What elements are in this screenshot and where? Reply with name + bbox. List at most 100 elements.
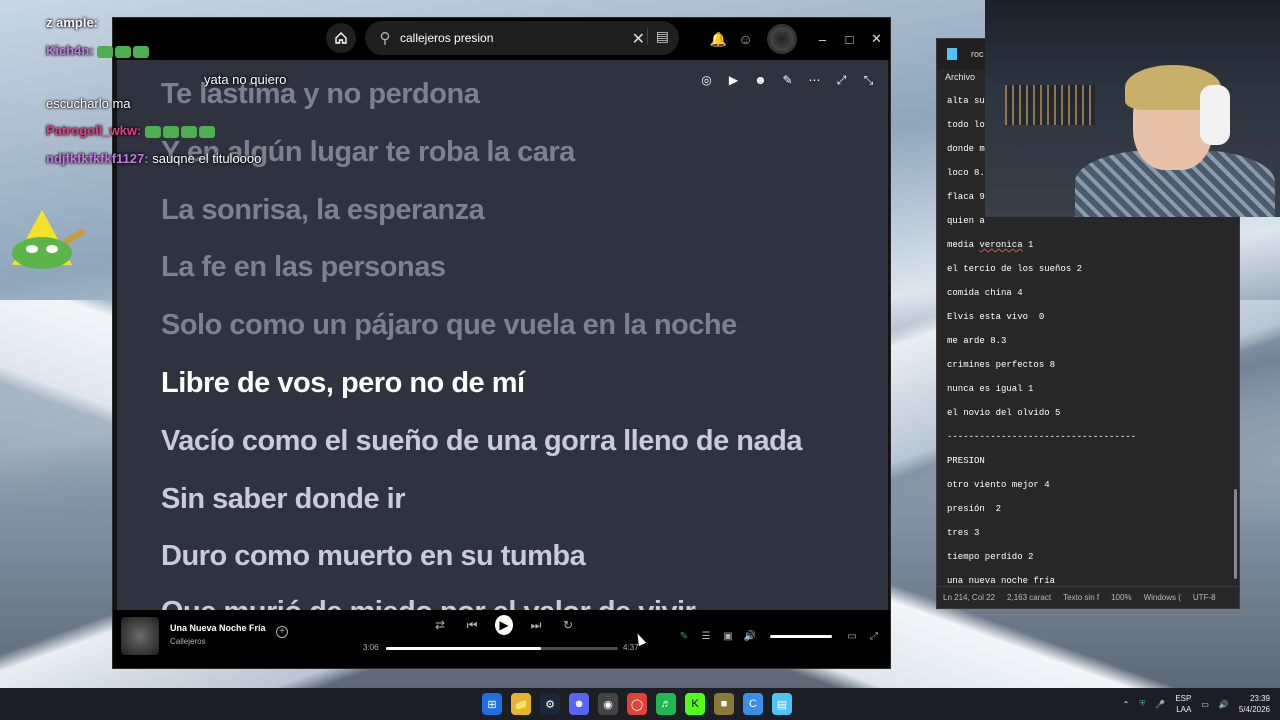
lyric-line[interactable]: Vacío como el sueño de una gorra lleno d… [161,425,802,458]
obs-icon[interactable]: ◉ [598,693,618,715]
add-to-library-button[interactable]: + [276,626,288,638]
clear-search-icon[interactable]: ✕ [632,29,645,49]
emote-icon [115,45,132,58]
notepad-line: el tercio de los sueños 2 [947,264,1083,274]
lyric-line[interactable]: Duro como muerto en su tumba [161,540,586,573]
zoom-level: 100% [1111,593,1132,602]
home-button[interactable] [326,23,356,53]
user-icon[interactable]: ☻ [751,70,770,90]
city-lights [1005,85,1095,125]
discord-icon[interactable]: ☻ [569,693,589,715]
notepad-line: crimines perfectos 8 [947,360,1056,370]
clock[interactable]: 23:39 5/4/2026 [1239,693,1270,715]
browse-icon[interactable]: ▤ [646,28,669,45]
notepad-line: tiempo perdido 2 [947,552,1034,562]
chrome-icon[interactable]: ◯ [627,693,647,715]
album-cover[interactable] [121,617,159,655]
lyrics-icon[interactable]: ✎ [676,628,692,644]
mic-icon[interactable]: 🎤 [1155,700,1165,709]
bell-icon[interactable]: 🔔 [705,18,732,60]
video-icon[interactable]: ▶ [724,70,743,90]
lyric-line[interactable]: La sonrisa, la esperanza [161,194,485,227]
chat-message: Kich4n: [46,43,151,58]
emote-icon [162,125,179,138]
chat-message: z ample: [46,15,99,30]
notepad-line: media veronica 1 [947,240,1034,250]
next-icon[interactable]: ⏭ [527,615,545,635]
kick-icon[interactable]: K [685,693,705,715]
security-icon[interactable]: ⛨ [1139,699,1145,709]
notepad-line: nunca es igual 1 [947,384,1034,394]
close-button[interactable]: ✕ [863,18,890,60]
lyrics-panel: Te lastima y no perdona Y en algún lugar… [117,60,888,612]
spotify-window: ⚲ ✕ ▤ 🔔 ☺ – □ ✕ Te lastima y no perdona … [112,17,891,669]
network-icon[interactable]: ▭ [1201,700,1209,709]
search-icon: ⚲ [379,30,391,47]
language-indicator[interactable]: ESP LAA [1175,693,1191,715]
steam-icon[interactable]: ⚙ [540,693,560,715]
notepad-taskbar-icon[interactable]: ▤ [772,693,792,715]
connect-device-icon[interactable]: ▣ [720,628,736,644]
system-tray: ⌃ ⛨ 🎤 ESP LAA ▭ 🔊 23:39 5/4/2026 [1123,688,1270,720]
target-icon[interactable]: ◎ [697,70,716,90]
headphones [1200,85,1230,145]
chat-message: escucharlo ma [46,96,131,111]
track-artist[interactable]: Callejeros [170,637,206,646]
minecraft-icon[interactable]: ■ [714,693,734,715]
lyric-line[interactable]: La fe en las personas [161,251,446,284]
pen-icon[interactable]: ✎ [778,70,797,90]
webcam-overlay [985,0,1280,217]
search-bar[interactable]: ⚲ ✕ ▤ [365,21,679,55]
miniplayer-icon[interactable]: ▭ [844,628,860,644]
friends-icon[interactable]: ☺ [732,18,759,60]
progress-fill [386,647,542,650]
scrollbar[interactable] [1234,489,1237,579]
track-title[interactable]: Una Nueva Noche Fría [170,623,266,633]
collapse-icon[interactable]: ⤡ [859,70,878,90]
previous-icon[interactable]: ⏮ [463,615,481,635]
lyric-line-current[interactable]: Libre de vos, pero no de mí [161,367,525,400]
chat-message: yata no quiero [204,72,287,87]
pepe-emote-icon [12,210,86,269]
emote-icon [133,45,150,58]
volume-icon[interactable]: 🔊 [742,628,758,644]
app-c-icon[interactable]: C [743,693,763,715]
fullscreen-icon[interactable]: ⤢ [832,70,851,90]
notepad-line: ----------------------------------- [947,432,1137,442]
notepad-line: me arde 8.3 [947,336,1007,346]
lyric-line[interactable]: Solo como un pájaro que vuela en la noch… [161,309,737,342]
lyrics-toolbar: ◎ ▶ ☻ ✎ ⋯ ⤢ ⤡ [697,70,878,90]
avatar[interactable] [767,24,797,54]
file-type: Texto sin f [1063,593,1100,602]
cursor-position: Ln 214, Col 22 [943,593,996,602]
emote-icon [180,125,197,138]
spotify-icon[interactable]: ♬ [656,693,676,715]
more-icon[interactable]: ⋯ [805,70,824,90]
progress-bar[interactable] [386,647,618,650]
volume-slider[interactable] [770,634,832,638]
char-count: 2,163 caract [1007,593,1052,602]
file-explorer-icon[interactable]: 📁 [511,693,531,715]
volume-tray-icon[interactable]: 🔊 [1219,700,1229,709]
queue-icon[interactable]: ☰ [698,628,714,644]
menu-file[interactable]: Archivo [945,72,975,82]
maximize-button[interactable]: □ [836,18,863,60]
player-bar: Una Nueva Noche Fría Callejeros + ⇄ ⏮ ▶ … [113,610,890,668]
chat-message: Patrogoll_wkw: [46,123,217,138]
notepad-line: tres 3 [947,528,980,538]
title-bar: ⚲ ✕ ▤ 🔔 ☺ – □ ✕ [113,18,890,60]
notepad-line: otro viento mejor 4 [947,480,1050,490]
play-button[interactable]: ▶ [495,615,513,635]
duration-time: 4:37 [623,643,639,652]
shuffle-icon[interactable]: ⇄ [431,615,449,635]
notepad-status-bar: Ln 214, Col 22 2,163 caract Texto sin f … [937,586,1239,608]
start-icon[interactable]: ⊞ [482,693,502,715]
lyric-line[interactable]: Sin saber donde ir [161,483,406,516]
repeat-icon[interactable]: ↻ [559,615,577,635]
line-ending: Windows ( [1143,593,1181,602]
minimize-button[interactable]: – [809,18,836,60]
search-input[interactable] [400,31,620,45]
chevron-up-icon[interactable]: ⌃ [1123,700,1130,709]
chat-message: ndjfkfkfkfkf1127: sauqne el tituloooo [46,151,262,166]
fullscreen-player-icon[interactable]: ⤢ [866,628,882,644]
